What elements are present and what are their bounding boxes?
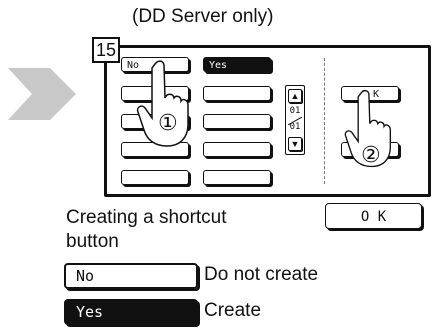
- legend-no-description: Do not create: [204, 264, 319, 285]
- shortcut-label: Creating a shortcut button: [66, 207, 227, 252]
- yes-button[interactable]: Yes: [203, 57, 271, 72]
- legend-no-button: No: [64, 263, 198, 289]
- legend-yes-description: Create: [204, 300, 262, 321]
- shortcut-slot-button[interactable]: [203, 142, 271, 157]
- callout-number-1: ①: [158, 110, 178, 135]
- page-total: 01: [289, 122, 301, 132]
- scroll-down-button[interactable]: ▼: [288, 137, 302, 151]
- ok-button[interactable]: O K: [325, 203, 422, 229]
- callout-number-2: ②: [361, 142, 381, 167]
- step-number-badge: 15: [92, 37, 120, 63]
- shortcut-slot-button[interactable]: [203, 86, 271, 101]
- legend-yes-button: Yes: [64, 299, 198, 325]
- shortcut-slot-button[interactable]: [203, 170, 271, 185]
- page-current: 01: [289, 106, 301, 116]
- caption-dd-server: (DD Server only): [132, 6, 274, 27]
- step-arrow-icon: [8, 68, 76, 120]
- scroll-up-button[interactable]: ▲: [288, 89, 302, 103]
- panel-divider: [324, 58, 325, 184]
- touch-panel-screen: No Yes ▲ 01 01 ▼ O K ① ②: [104, 45, 431, 197]
- shortcut-slot-button[interactable]: [121, 170, 189, 185]
- page-scroller: ▲ 01 01 ▼: [285, 85, 305, 155]
- shortcut-slot-button[interactable]: [203, 114, 271, 129]
